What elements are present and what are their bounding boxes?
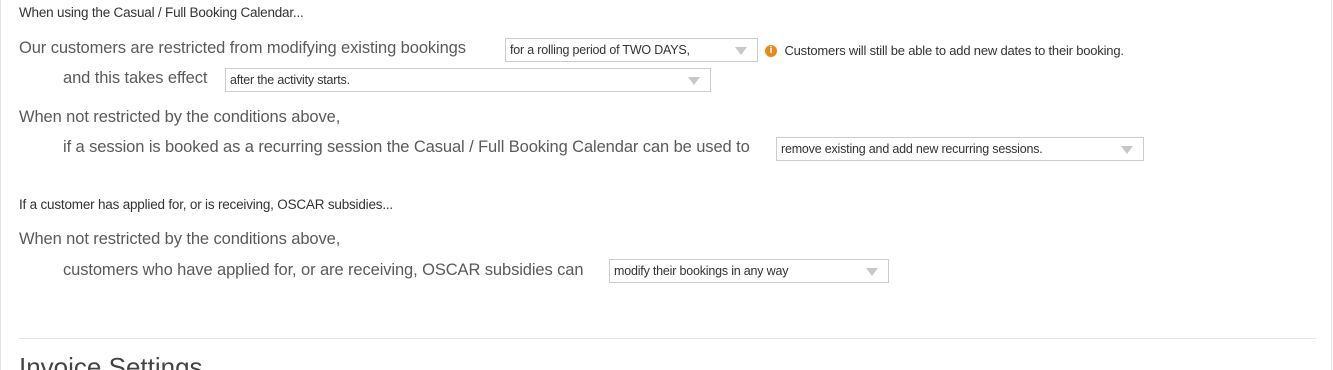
restriction-label: Our customers are restricted from modify… <box>19 39 466 57</box>
effect-timing-select[interactable]: after the activity starts. <box>225 68 711 92</box>
oscar-unrestricted-label: When not restricted by the conditions ab… <box>19 230 341 248</box>
effect-timing-value: after the activity starts. <box>230 73 350 87</box>
chevron-down-icon <box>866 268 878 276</box>
restriction-period-value: for a rolling period of TWO DAYS, <box>510 43 690 57</box>
chevron-down-icon <box>1121 146 1133 154</box>
chevron-down-icon <box>688 77 700 85</box>
restriction-period-select[interactable]: for a rolling period of TWO DAYS, <box>505 38 758 62</box>
recurring-action-value: remove existing and add new recurring se… <box>781 142 1043 156</box>
oscar-section-heading: If a customer has applied for, or is rec… <box>19 197 393 212</box>
subsidy-permission-select[interactable]: modify their bookings in any way <box>609 259 889 283</box>
effect-label: and this takes effect <box>63 69 208 87</box>
chevron-down-icon <box>735 47 747 55</box>
calendar-section-heading: When using the Casual / Full Booking Cal… <box>19 5 304 20</box>
recurring-action-select[interactable]: remove existing and add new recurring se… <box>776 137 1144 161</box>
unrestricted-label: When not restricted by the conditions ab… <box>19 108 341 126</box>
section-divider <box>19 338 1316 339</box>
restriction-note: Customers will still be able to add new … <box>784 43 1124 59</box>
info-icon: i <box>765 44 777 57</box>
subsidy-label: customers who have applied for, or are r… <box>63 261 584 279</box>
restriction-info: i Customers will still be able to add ne… <box>765 42 1124 60</box>
subsidy-permission-value: modify their bookings in any way <box>614 264 789 278</box>
recurring-label: if a session is booked as a recurring se… <box>63 138 750 156</box>
invoice-settings-title: Invoice Settings <box>19 352 203 370</box>
